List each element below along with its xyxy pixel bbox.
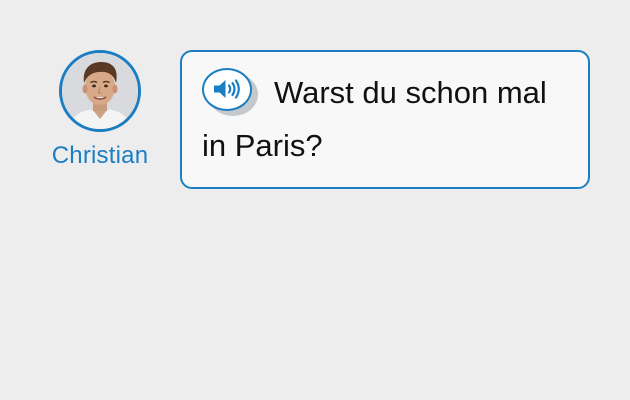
- dialogue-screen: Christian Warst du schon mal in Paris?: [0, 0, 630, 400]
- play-audio-button[interactable]: [202, 67, 258, 116]
- play-audio-button-face: [202, 67, 252, 111]
- speech-bubble: Warst du schon mal in Paris?: [180, 50, 590, 189]
- avatar-portrait-icon: [62, 53, 138, 129]
- avatar: [59, 50, 141, 132]
- speaker: Christian: [40, 50, 160, 170]
- speaker-volume-icon: [214, 79, 240, 99]
- speaker-name: Christian: [51, 142, 149, 169]
- speech-line: Warst du schon mal in Paris?: [202, 66, 570, 172]
